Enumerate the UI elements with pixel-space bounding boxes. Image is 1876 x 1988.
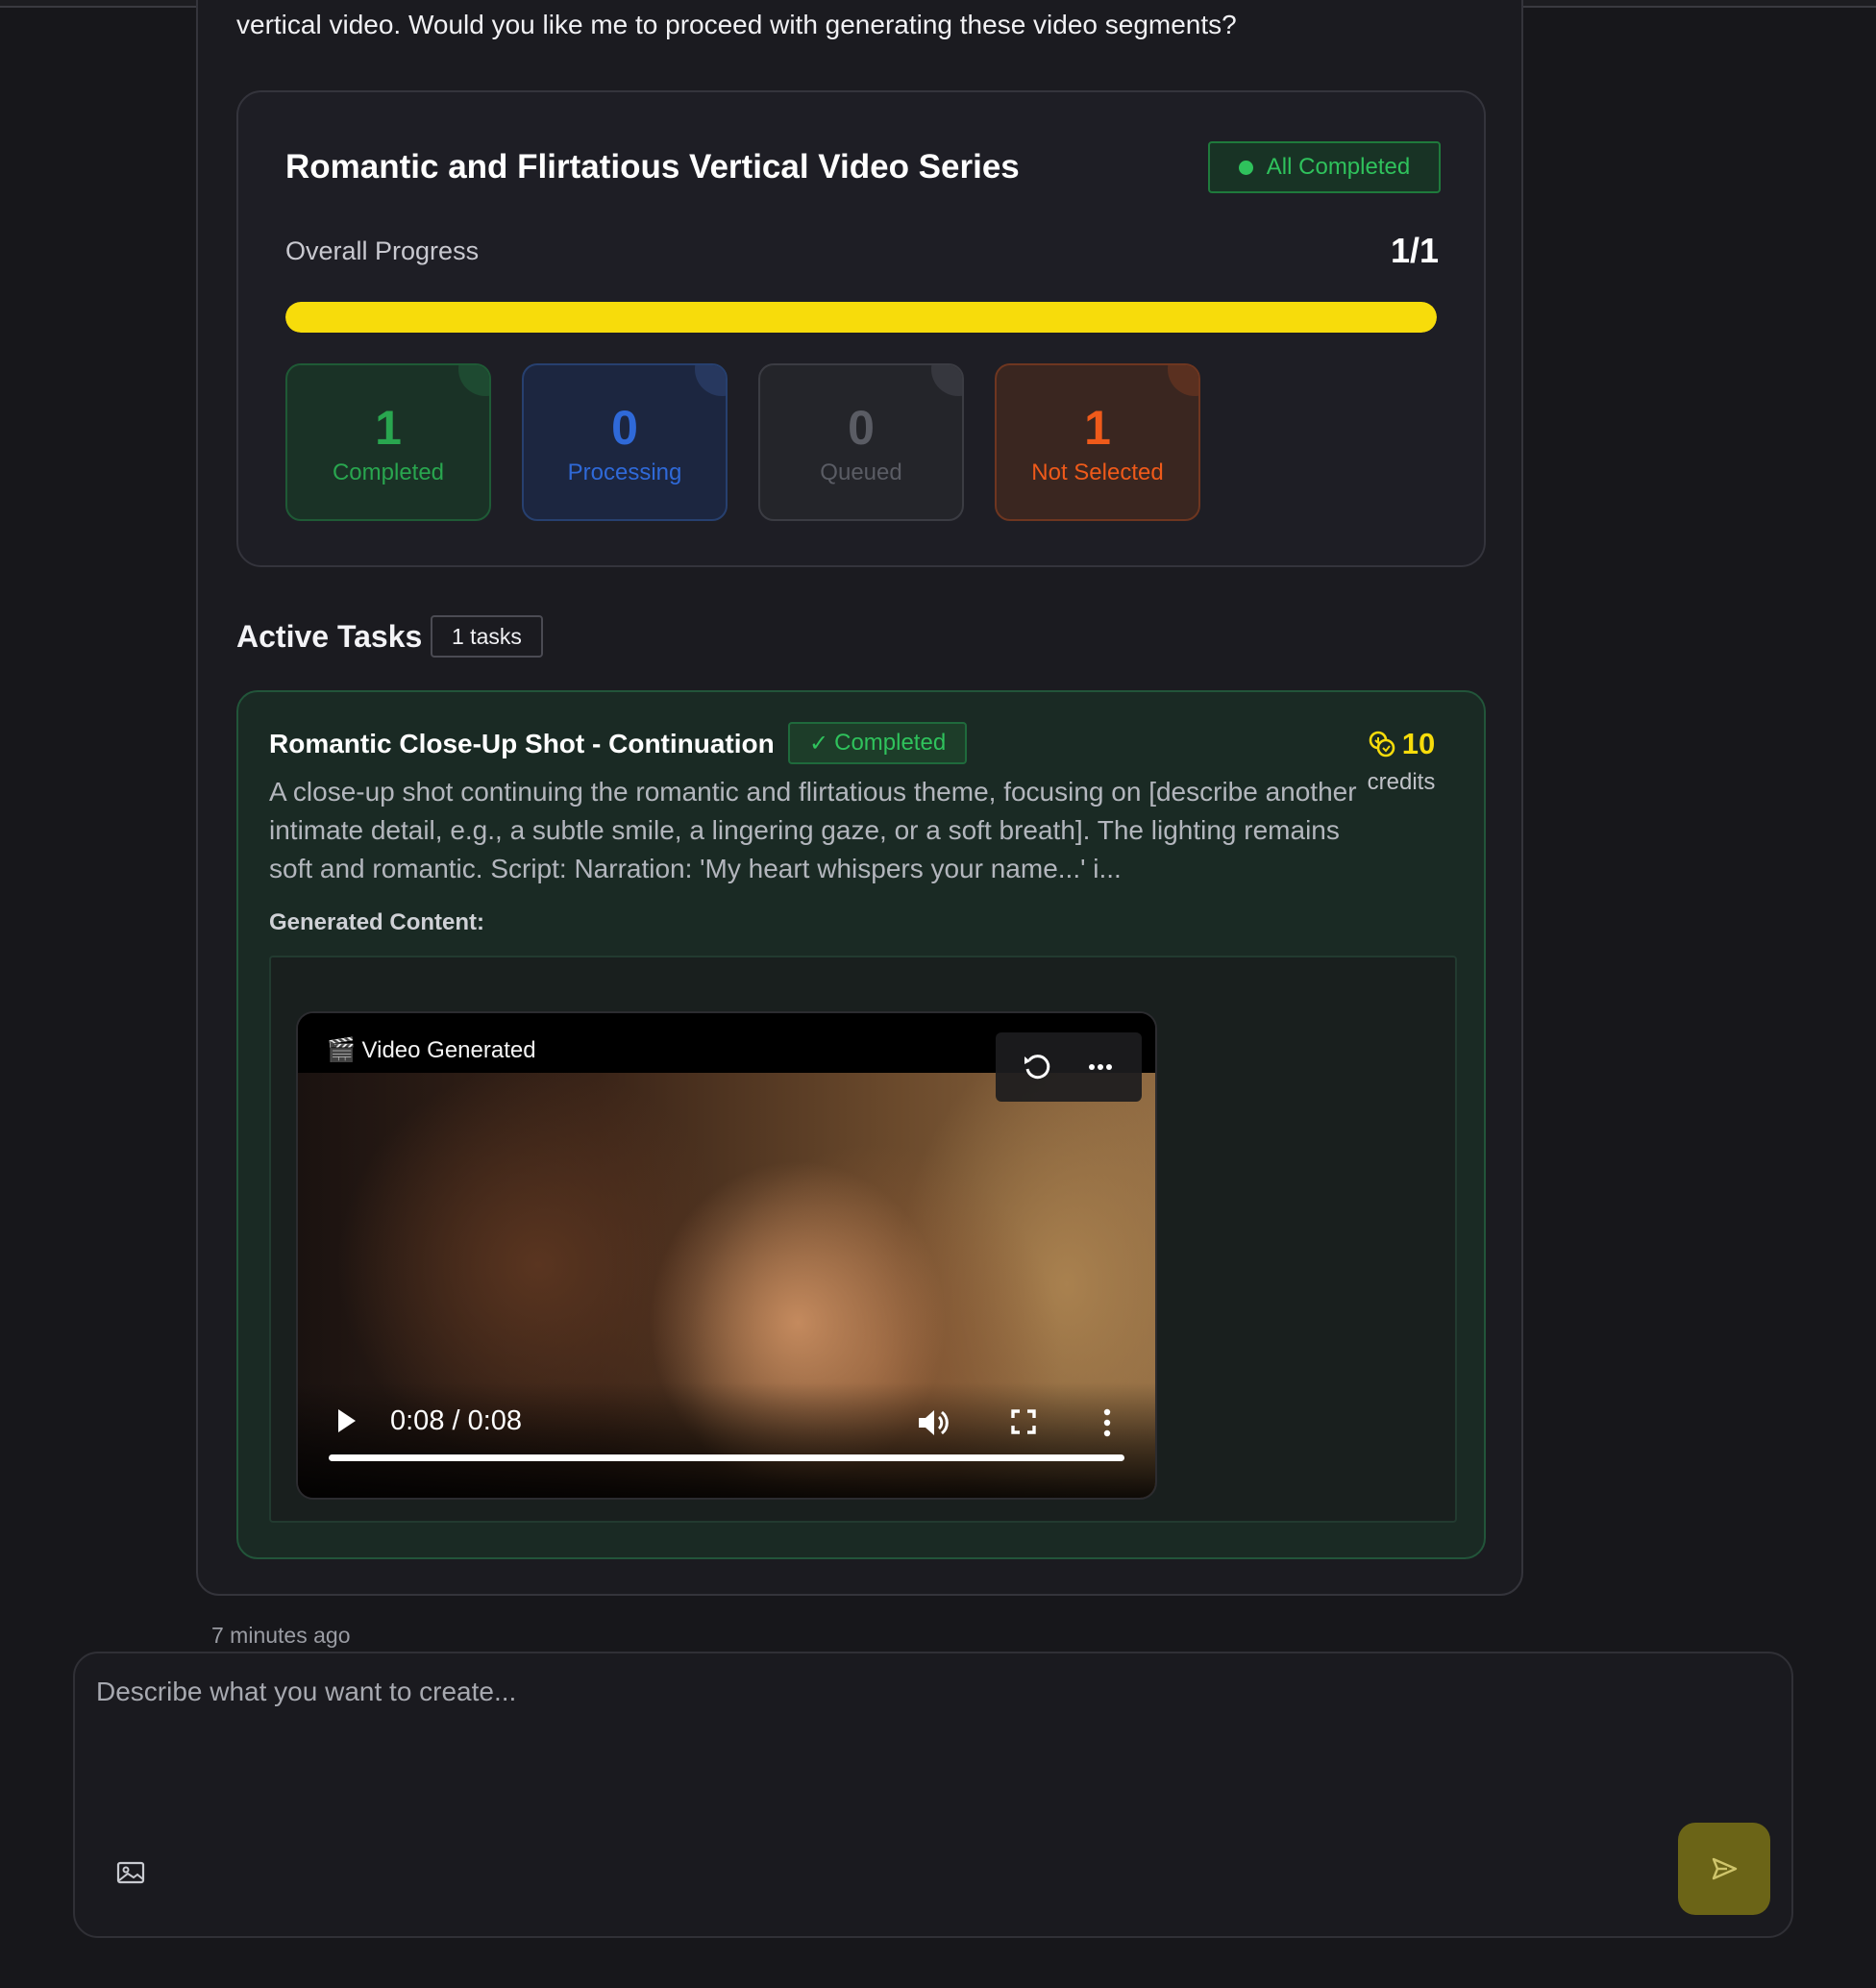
series-status-label: All Completed bbox=[1266, 154, 1411, 180]
stat-value: 1 bbox=[1084, 401, 1111, 455]
task-description: A close-up shot continuing the romantic … bbox=[269, 777, 1357, 883]
series-progress-card: Romantic and Flirtatious Vertical Video … bbox=[236, 90, 1486, 567]
check-icon: ✓ bbox=[809, 730, 829, 757]
prompt-input[interactable] bbox=[96, 1677, 1634, 1821]
overall-progress-bar bbox=[285, 302, 1437, 333]
generated-content-area: 🎬 Video Generated 0:08 / 0:08 bbox=[269, 956, 1457, 1523]
stat-value: 0 bbox=[848, 401, 875, 455]
assistant-message: vertical video. Would you like me to pro… bbox=[196, 0, 1523, 1596]
overall-progress-value: 1/1 bbox=[1390, 231, 1439, 270]
stat-label: Not Selected bbox=[1031, 460, 1164, 485]
image-upload-icon[interactable] bbox=[113, 1857, 148, 1888]
task-title: Romantic Close-Up Shot - Continuation bbox=[269, 729, 775, 758]
coins-icon bbox=[1369, 731, 1395, 758]
series-title: Romantic and Flirtatious Vertical Video … bbox=[285, 148, 1020, 186]
replay-icon[interactable] bbox=[1021, 1051, 1053, 1083]
stat-processing: 0 Processing bbox=[522, 363, 728, 521]
fullscreen-icon[interactable] bbox=[1007, 1405, 1040, 1438]
stat-label: Completed bbox=[332, 460, 445, 485]
more-vertical-icon[interactable] bbox=[1098, 1404, 1117, 1442]
task-status-label: Completed bbox=[834, 730, 947, 756]
stat-completed: 1 Completed bbox=[285, 363, 491, 521]
message-timestamp: 7 minutes ago bbox=[211, 1623, 351, 1648]
series-status-badge: All Completed bbox=[1208, 141, 1441, 193]
stat-label: Processing bbox=[567, 460, 682, 485]
task-card[interactable]: Romantic Close-Up Shot - Continuation ✓ … bbox=[236, 690, 1486, 1559]
send-button[interactable] bbox=[1678, 1823, 1770, 1915]
overall-progress-label: Overall Progress bbox=[285, 236, 480, 265]
stat-queued: 0 Queued bbox=[758, 363, 964, 521]
video-overlay-menu bbox=[996, 1032, 1142, 1102]
video-player[interactable]: 🎬 Video Generated 0:08 / 0:08 bbox=[296, 1011, 1157, 1500]
message-intro-text: vertical video. Would you like me to pro… bbox=[236, 10, 1237, 39]
overall-progress-fill bbox=[285, 302, 1437, 333]
tasks-count-badge: 1 tasks bbox=[431, 615, 543, 658]
stat-value: 1 bbox=[375, 401, 402, 455]
stat-label: Queued bbox=[820, 460, 902, 485]
status-dot-icon bbox=[1238, 160, 1253, 175]
credits-value: 10 bbox=[1401, 727, 1436, 760]
more-horizontal-icon[interactable] bbox=[1084, 1051, 1117, 1083]
send-icon bbox=[1712, 1857, 1738, 1880]
prompt-composer bbox=[73, 1652, 1793, 1938]
stat-not-selected: 1 Not Selected bbox=[995, 363, 1200, 521]
volume-icon[interactable] bbox=[913, 1404, 951, 1442]
stat-value: 0 bbox=[611, 401, 638, 455]
video-time: 0:08 / 0:08 bbox=[390, 1405, 523, 1436]
video-generated-label: 🎬 Video Generated bbox=[327, 1037, 536, 1063]
video-seek-bar[interactable] bbox=[329, 1454, 1124, 1461]
video-controls: 0:08 / 0:08 bbox=[298, 1382, 1155, 1498]
active-tasks-heading: Active Tasks bbox=[236, 619, 423, 654]
play-icon[interactable] bbox=[333, 1404, 361, 1438]
task-status-badge: ✓ Completed bbox=[788, 722, 968, 764]
generated-content-label: Generated Content: bbox=[269, 909, 485, 935]
